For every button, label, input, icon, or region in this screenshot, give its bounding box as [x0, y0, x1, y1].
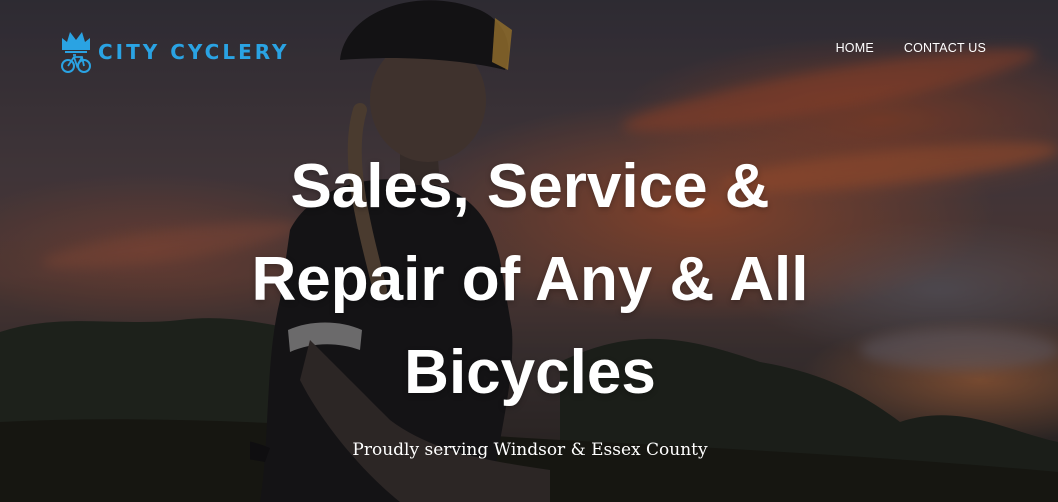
site-header: CITY CYCLERY HOME CONTACT US — [0, 0, 1058, 100]
bike-crown-logo-icon — [61, 32, 91, 73]
main-nav: HOME CONTACT US — [836, 41, 986, 55]
hero-headline: Sales, Service & Repair of Any & All Bic… — [170, 140, 890, 419]
nav-contact-link[interactable]: CONTACT US — [904, 41, 986, 55]
headline-line: Bicycles — [404, 338, 656, 407]
brand-name: CITY CYCLERY — [98, 40, 290, 64]
headline-line: Sales, Service & — [290, 152, 770, 221]
headline-line: Repair of Any & All — [251, 245, 809, 314]
site-logo[interactable]: CITY CYCLERY — [60, 30, 290, 74]
nav-home-link[interactable]: HOME — [836, 41, 874, 55]
hero-section: CITY CYCLERY HOME CONTACT US Sales, Serv… — [0, 0, 1058, 502]
hero-subheadline: Proudly serving Windsor & Essex County — [352, 440, 708, 460]
